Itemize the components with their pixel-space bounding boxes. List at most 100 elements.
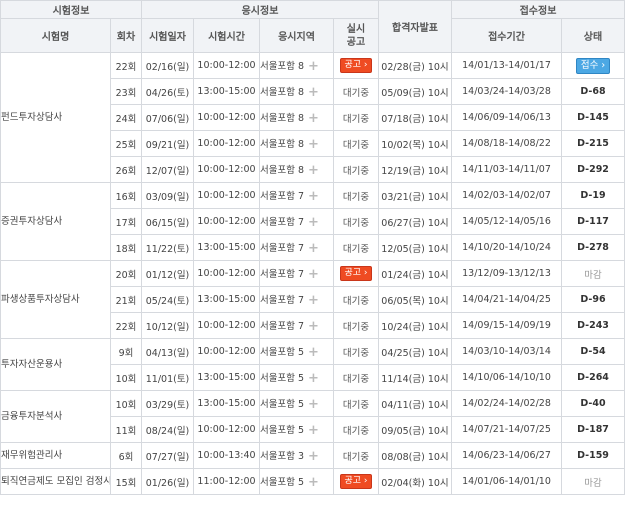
receipt-period-cell: 14/03/24-14/03/28 bbox=[451, 78, 562, 105]
header-time: 시험시간 bbox=[193, 18, 260, 53]
receipt-period-cell: 14/03/10-14/03/14 bbox=[451, 338, 562, 365]
exam-time-cell: 13:00-15:00 bbox=[193, 286, 260, 313]
plus-icon[interactable]: + bbox=[308, 163, 319, 178]
exam-date-cell: 03/09(일) bbox=[141, 182, 194, 209]
plus-icon[interactable]: + bbox=[308, 423, 319, 438]
status-cell: D-96 bbox=[561, 286, 625, 313]
region-cell: 서울포함 8 + bbox=[259, 130, 334, 157]
exam-name: 파생상품투자상담사 bbox=[0, 260, 111, 339]
round-cell: 6회 bbox=[110, 442, 142, 469]
result-date-cell: 10/02(목) 10시 bbox=[378, 130, 452, 157]
status-dday: D-243 bbox=[577, 320, 609, 331]
notice-cell: 대기중 bbox=[333, 286, 379, 313]
header-status: 상태 bbox=[561, 18, 625, 53]
header-date: 시험일자 bbox=[141, 18, 194, 53]
notice-button[interactable]: 공고 › bbox=[340, 58, 372, 73]
region-cell: 서울포함 8 + bbox=[259, 52, 334, 79]
result-date-cell: 03/21(금) 10시 bbox=[378, 182, 452, 209]
status-dday: D-145 bbox=[577, 112, 609, 123]
region-cell: 서울포함 5 + bbox=[259, 416, 334, 443]
region-cell: 서울포함 7 + bbox=[259, 234, 334, 261]
exam-date-cell: 06/15(일) bbox=[141, 208, 194, 235]
notice-cell: 대기중 bbox=[333, 234, 379, 261]
notice-cell: 공고 › bbox=[333, 468, 379, 495]
header-notice: 실시 공고 bbox=[333, 18, 379, 53]
plus-icon[interactable]: + bbox=[308, 215, 319, 230]
result-date-cell: 12/05(금) 10시 bbox=[378, 234, 452, 261]
status-dday: D-292 bbox=[577, 164, 609, 175]
plus-icon[interactable]: + bbox=[308, 111, 319, 126]
round-cell: 16회 bbox=[110, 182, 142, 209]
plus-icon[interactable]: + bbox=[308, 319, 319, 334]
region-cell: 서울포함 7 + bbox=[259, 182, 334, 209]
round-cell: 10회 bbox=[110, 364, 142, 391]
notice-waiting: 대기중 bbox=[342, 243, 370, 255]
plus-icon[interactable]: + bbox=[308, 371, 319, 386]
status-dday: D-159 bbox=[577, 450, 609, 461]
result-date-cell: 09/05(금) 10시 bbox=[378, 416, 452, 443]
round-cell: 9회 bbox=[110, 338, 142, 365]
plus-icon[interactable]: + bbox=[308, 397, 319, 412]
region-text: 서울포함 8 bbox=[260, 164, 305, 176]
header-group-exam: 시험정보 bbox=[0, 0, 142, 19]
notice-cell: 대기중 bbox=[333, 390, 379, 417]
plus-icon[interactable]: + bbox=[308, 189, 319, 204]
exam-time-cell: 10:00-12:00 bbox=[193, 104, 260, 131]
exam-time-cell: 11:00-12:00 bbox=[193, 468, 260, 495]
notice-cell: 대기중 bbox=[333, 156, 379, 183]
exam-name: 재무위험관리사 bbox=[0, 442, 111, 469]
plus-icon[interactable]: + bbox=[308, 85, 319, 100]
status-dday: D-96 bbox=[580, 294, 606, 305]
notice-waiting: 대기중 bbox=[342, 139, 370, 151]
plus-icon[interactable]: + bbox=[308, 475, 319, 490]
exam-date-cell: 11/22(토) bbox=[141, 234, 194, 261]
region-text: 서울포함 3 bbox=[260, 450, 305, 462]
notice-waiting: 대기중 bbox=[342, 451, 370, 463]
plus-icon[interactable]: + bbox=[308, 137, 319, 152]
plus-icon[interactable]: + bbox=[308, 59, 319, 74]
status-cell: D-19 bbox=[561, 182, 625, 209]
notice-button[interactable]: 공고 › bbox=[340, 266, 372, 281]
round-cell: 25회 bbox=[110, 130, 142, 157]
notice-cell: 대기중 bbox=[333, 338, 379, 365]
notice-cell: 대기중 bbox=[333, 364, 379, 391]
status-closed: 마감 bbox=[584, 269, 602, 281]
plus-icon[interactable]: + bbox=[308, 293, 319, 308]
plus-icon[interactable]: + bbox=[308, 267, 319, 282]
round-cell: 17회 bbox=[110, 208, 142, 235]
region-text: 서울포함 7 bbox=[260, 320, 305, 332]
notice-cell: 대기중 bbox=[333, 416, 379, 443]
notice-cell: 대기중 bbox=[333, 104, 379, 131]
status-closed: 마감 bbox=[584, 477, 602, 489]
receipt-period-cell: 14/08/18-14/08/22 bbox=[451, 130, 562, 157]
status-dday: D-215 bbox=[577, 138, 609, 149]
region-cell: 서울포함 7 + bbox=[259, 208, 334, 235]
notice-button[interactable]: 공고 › bbox=[340, 474, 372, 489]
receipt-period-cell: 14/10/20-14/10/24 bbox=[451, 234, 562, 261]
result-date-cell: 06/05(목) 10시 bbox=[378, 286, 452, 313]
status-cell: D-292 bbox=[561, 156, 625, 183]
apply-button[interactable]: 접수 › bbox=[575, 57, 611, 74]
round-cell: 24회 bbox=[110, 104, 142, 131]
result-date-cell: 08/08(금) 10시 bbox=[378, 442, 452, 469]
notice-cell: 대기중 bbox=[333, 78, 379, 105]
notice-waiting: 대기중 bbox=[342, 373, 370, 385]
status-dday: D-68 bbox=[580, 86, 606, 97]
plus-icon[interactable]: + bbox=[308, 241, 319, 256]
plus-icon[interactable]: + bbox=[308, 449, 319, 464]
round-cell: 15회 bbox=[110, 468, 142, 495]
region-text: 서울포함 7 bbox=[260, 268, 305, 280]
exam-date-cell: 07/06(일) bbox=[141, 104, 194, 131]
plus-icon[interactable]: + bbox=[308, 345, 319, 360]
exam-time-cell: 10:00-13:40 bbox=[193, 442, 260, 469]
result-date-cell: 12/19(금) 10시 bbox=[378, 156, 452, 183]
round-cell: 11회 bbox=[110, 416, 142, 443]
exam-date-cell: 03/29(토) bbox=[141, 390, 194, 417]
exam-time-cell: 10:00-12:00 bbox=[193, 182, 260, 209]
header-name: 시험명 bbox=[0, 18, 111, 53]
notice-cell: 공고 › bbox=[333, 260, 379, 287]
region-cell: 서울포함 5 + bbox=[259, 468, 334, 495]
table-body: 펀드투자상담사 22회 02/16(일) 10:00-12:00 서울포함 8 + 공고 ›… bbox=[0, 52, 625, 495]
table-row: 퇴직연금제도 모집인 검정시험 15회 01/26(일) 11:00-12:00 서울포… bbox=[0, 468, 625, 495]
region-text: 서울포함 8 bbox=[260, 112, 305, 124]
